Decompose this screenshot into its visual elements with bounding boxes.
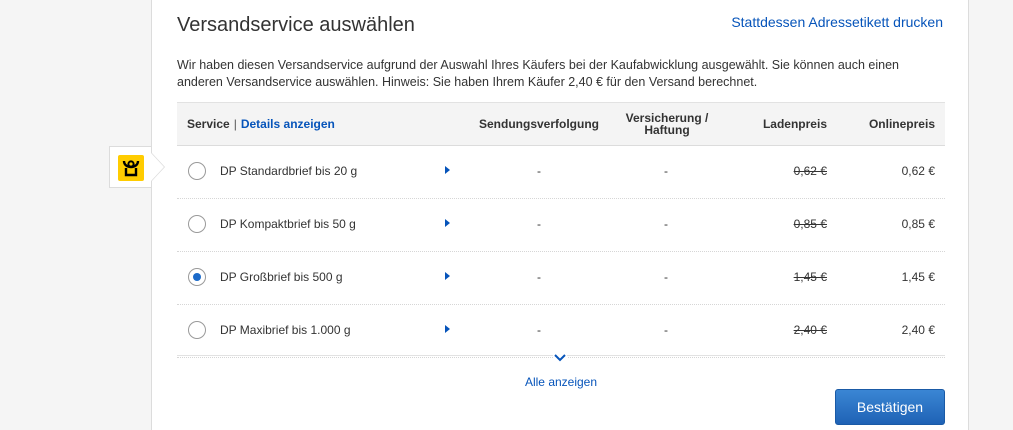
deutsche-post-horn-icon xyxy=(118,155,144,181)
intro-text: Wir haben diesen Versandservice aufgrund… xyxy=(177,58,899,89)
insurance-value: - xyxy=(664,164,668,178)
page-title: Versandservice auswählen xyxy=(177,14,415,36)
tracking-value: - xyxy=(537,217,541,231)
table-row[interactable]: DP Standardbrief bis 20 g - - 0,62 € 0,6… xyxy=(177,146,945,199)
service-radio[interactable] xyxy=(188,215,206,233)
header-store-price: Ladenpreis xyxy=(762,117,827,131)
table-header: Service | Details anzeigen Sendungsverfo… xyxy=(177,102,945,146)
service-name: DP Großbrief bis 500 g xyxy=(220,270,343,284)
tracking-value: - xyxy=(537,323,541,337)
carrier-logo xyxy=(109,146,151,188)
online-price: 1,45 € xyxy=(901,270,935,284)
store-price: 1,45 € xyxy=(793,270,827,284)
service-radio[interactable] xyxy=(188,321,206,339)
confirm-button[interactable]: Bestätigen xyxy=(835,389,945,425)
print-label-link[interactable]: Stattdessen Adressetikett drucken xyxy=(731,14,943,30)
insurance-value: - xyxy=(664,323,668,337)
triangle-right-icon[interactable] xyxy=(445,219,450,227)
tracking-value: - xyxy=(537,270,541,284)
chevron-down-icon[interactable] xyxy=(553,350,567,362)
table-row[interactable]: DP Großbrief bis 500 g - - 1,45 € 1,45 € xyxy=(177,252,945,305)
store-price: 0,62 € xyxy=(793,164,827,178)
header-online-price: Onlinepreis xyxy=(868,117,935,131)
service-radio-selected[interactable] xyxy=(188,268,206,286)
tracking-value: - xyxy=(537,164,541,178)
show-all-link[interactable]: Alle anzeigen xyxy=(177,375,945,389)
triangle-right-icon[interactable] xyxy=(445,272,450,280)
insurance-value: - xyxy=(664,217,668,231)
show-all-section: Alle anzeigen xyxy=(177,350,945,396)
header-tracking: Sendungsverfolgung xyxy=(479,117,599,131)
insurance-value: - xyxy=(664,270,668,284)
header-service-label: Service xyxy=(187,117,230,131)
triangle-right-icon[interactable] xyxy=(445,325,450,333)
details-link[interactable]: Details anzeigen xyxy=(241,118,335,130)
triangle-right-icon[interactable] xyxy=(445,166,450,174)
online-price: 0,85 € xyxy=(901,217,935,231)
service-radio[interactable] xyxy=(188,162,206,180)
online-price: 0,62 € xyxy=(901,164,935,178)
store-price: 0,85 € xyxy=(793,217,827,231)
header-insurance: Versicherung / Haftung xyxy=(625,111,709,137)
service-name: DP Standardbrief bis 20 g xyxy=(220,164,358,178)
store-price: 2,40 € xyxy=(793,323,827,337)
header-service: Service | Details anzeigen xyxy=(187,103,335,145)
online-price: 2,40 € xyxy=(901,323,935,337)
shipping-services-table: Service | Details anzeigen Sendungsverfo… xyxy=(177,102,945,358)
shipping-service-panel: Versandservice auswählen Stattdessen Adr… xyxy=(151,0,969,430)
logo-pointer-fill xyxy=(151,153,164,181)
service-name: DP Maxibrief bis 1.000 g xyxy=(220,323,351,337)
table-row[interactable]: DP Kompaktbrief bis 50 g - - 0,85 € 0,85… xyxy=(177,199,945,252)
service-name: DP Kompaktbrief bis 50 g xyxy=(220,217,356,231)
header-separator: | xyxy=(233,117,237,131)
